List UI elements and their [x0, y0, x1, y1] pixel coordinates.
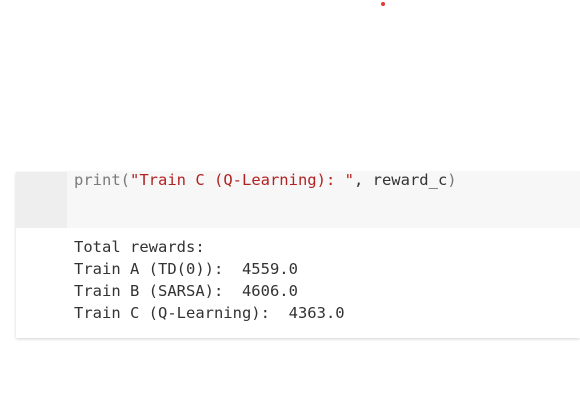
cell-input-area[interactable]: print("Train C (Q-Learning): ", reward_c… [16, 170, 580, 228]
code-line[interactable]: print("Train C (Q-Learning): ", reward_c… [74, 170, 457, 190]
code-token-close-paren: ) [447, 171, 457, 189]
code-token-function: print( [74, 171, 130, 189]
output-line-train-c: Train C (Q-Learning): 4363.0 [74, 304, 345, 322]
code-token-string: "Train C (Q-Learning): " [130, 171, 354, 189]
cell-gutter[interactable] [16, 172, 67, 228]
output-line-header: Total rewards: [74, 238, 205, 256]
code-token-plain: , reward_c [353, 171, 448, 189]
output-line-train-b: Train B (SARSA): 4606.0 [74, 282, 298, 300]
output-line-train-a: Train A (TD(0)): 4559.0 [74, 260, 298, 278]
cursor-dot-icon [381, 2, 385, 6]
code-cell[interactable]: print("Train C (Q-Learning): ", reward_c… [16, 170, 580, 338]
cell-output-area: Total rewards: Train A (TD(0)): 4559.0 T… [16, 228, 580, 338]
notebook-page: print("Train C (Q-Learning): ", reward_c… [0, 0, 580, 410]
